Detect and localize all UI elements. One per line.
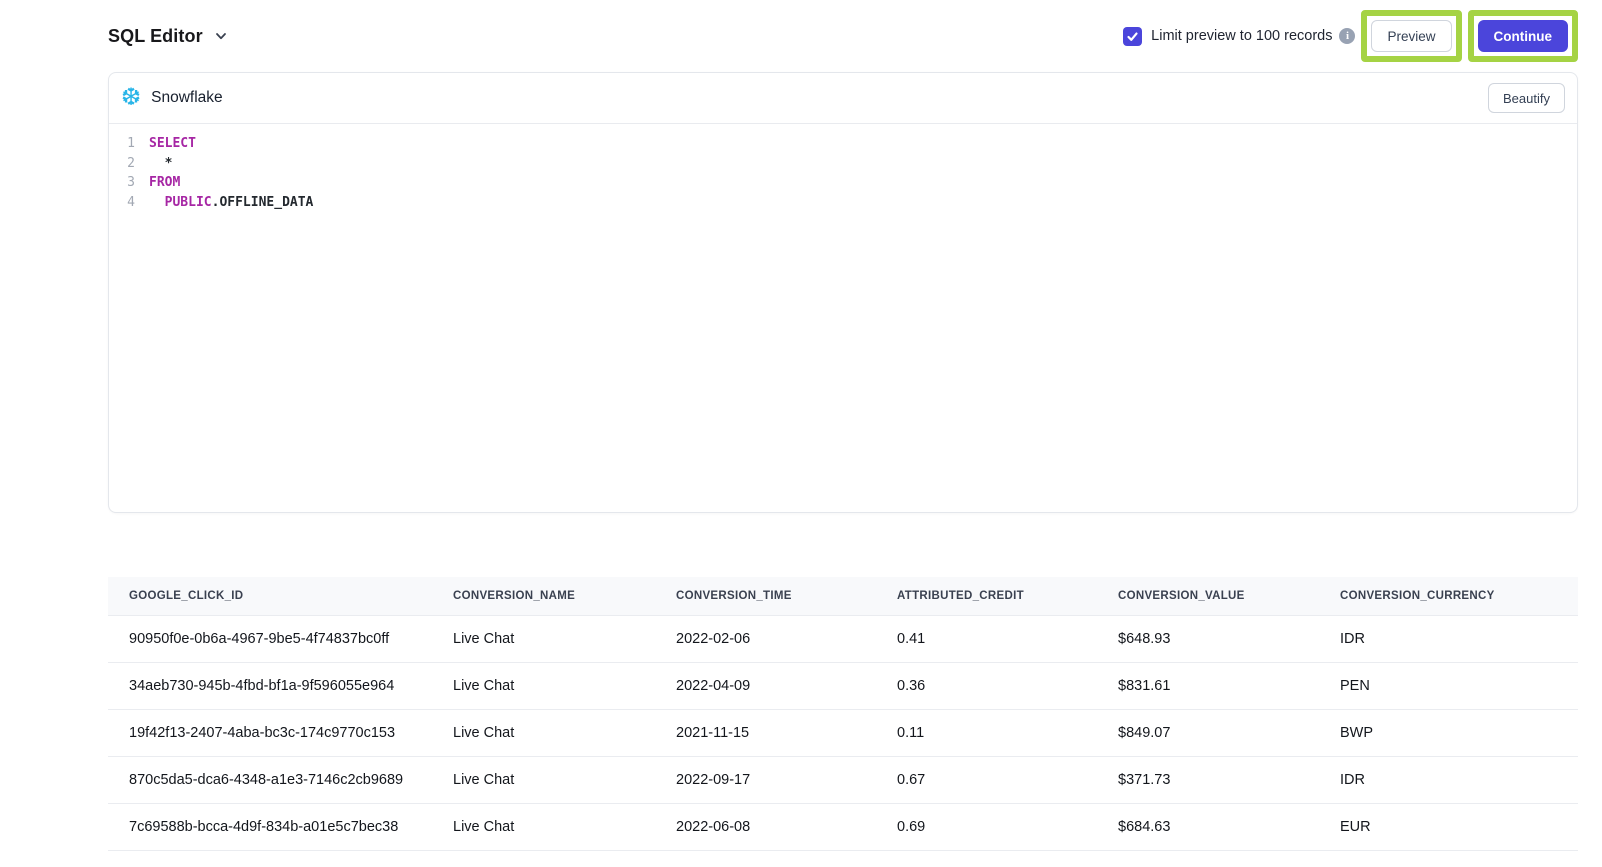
preview-button-highlight: Preview — [1361, 10, 1461, 62]
snowflake-icon: ❆ — [121, 86, 141, 110]
table-cell: Live Chat — [432, 803, 655, 850]
preview-button[interactable]: Preview — [1371, 20, 1451, 52]
page-title: SQL Editor — [108, 26, 203, 47]
table-cell: PEN — [1319, 662, 1578, 709]
results-table: GOOGLE_CLICK_IDCONVERSION_NAMECONVERSION… — [108, 577, 1578, 851]
table-cell: Live Chat — [432, 709, 655, 756]
code-text: FROM — [149, 173, 180, 193]
sql-editor-page: SQL Editor Limit preview to 100 records … — [108, 0, 1578, 851]
table-cell: 870c5da5-dca6-4348-a1e3-7146c2cb9689 — [108, 756, 432, 803]
continue-button[interactable]: Continue — [1478, 20, 1569, 52]
table-cell: Live Chat — [432, 756, 655, 803]
info-icon[interactable]: i — [1339, 28, 1355, 44]
table-row: 90950f0e-0b6a-4967-9be5-4f74837bc0ffLive… — [108, 615, 1578, 662]
table-cell: 0.67 — [876, 756, 1097, 803]
table-cell: $684.63 — [1097, 803, 1319, 850]
table-row: 870c5da5-dca6-4348-a1e3-7146c2cb9689Live… — [108, 756, 1578, 803]
table-cell: 0.11 — [876, 709, 1097, 756]
limit-preview-checkbox[interactable] — [1123, 27, 1142, 46]
table-cell: BWP — [1319, 709, 1578, 756]
table-cell: 7c69588b-bcca-4d9f-834b-a01e5c7bec38 — [108, 803, 432, 850]
table-cell: 90950f0e-0b6a-4967-9be5-4f74837bc0ff — [108, 615, 432, 662]
line-number: 1 — [109, 134, 135, 154]
chevron-down-icon — [214, 29, 228, 43]
topbar: SQL Editor Limit preview to 100 records … — [108, 0, 1578, 72]
code-text: SELECT — [149, 134, 196, 154]
sql-code-editor[interactable]: 1SELECT2 *3FROM4 PUBLIC.OFFLINE_DATA — [109, 124, 1577, 212]
table-cell: Live Chat — [432, 615, 655, 662]
code-line: 3 FROM — [109, 173, 1577, 193]
code-text: * — [149, 154, 172, 174]
table-cell: Live Chat — [432, 662, 655, 709]
table-cell: IDR — [1319, 756, 1578, 803]
table-row: 7c69588b-bcca-4d9f-834b-a01e5c7bec38Live… — [108, 803, 1578, 850]
sql-editor-panel: ❆ Snowflake Beautify 1SELECT2 *3FROM4 PU… — [108, 72, 1578, 513]
column-header: CONVERSION_VALUE — [1097, 577, 1319, 615]
checkmark-icon — [1126, 30, 1139, 43]
line-number: 3 — [109, 173, 135, 193]
table-cell: 19f42f13-2407-4aba-bc3c-174c9770c153 — [108, 709, 432, 756]
line-number: 2 — [109, 154, 135, 174]
table-row: 34aeb730-945b-4fbd-bf1a-9f596055e964Live… — [108, 662, 1578, 709]
table-cell: 2022-02-06 — [655, 615, 876, 662]
column-header: CONVERSION_NAME — [432, 577, 655, 615]
table-row: 19f42f13-2407-4aba-bc3c-174c9770c153Live… — [108, 709, 1578, 756]
column-header: CONVERSION_TIME — [655, 577, 876, 615]
code-text: PUBLIC.OFFLINE_DATA — [149, 193, 313, 213]
table-cell: 2022-04-09 — [655, 662, 876, 709]
column-header: CONVERSION_CURRENCY — [1319, 577, 1578, 615]
page-title-dropdown[interactable]: SQL Editor — [108, 26, 228, 47]
table-cell: 0.36 — [876, 662, 1097, 709]
code-line: 2 * — [109, 154, 1577, 174]
continue-button-highlight: Continue — [1468, 10, 1579, 62]
column-header: GOOGLE_CLICK_ID — [108, 577, 432, 615]
code-line: 1 SELECT — [109, 134, 1577, 154]
editor-header: ❆ Snowflake Beautify — [109, 73, 1577, 124]
table-cell: 2021-11-15 — [655, 709, 876, 756]
source-name: Snowflake — [151, 89, 223, 107]
table-cell: $371.73 — [1097, 756, 1319, 803]
line-number: 4 — [109, 193, 135, 213]
limit-preview-label: Limit preview to 100 records — [1151, 28, 1332, 44]
table-cell: 2022-09-17 — [655, 756, 876, 803]
table-cell: 2022-06-08 — [655, 803, 876, 850]
table-cell: EUR — [1319, 803, 1578, 850]
table-cell: $849.07 — [1097, 709, 1319, 756]
code-line: 4 PUBLIC.OFFLINE_DATA — [109, 193, 1577, 213]
table-cell: IDR — [1319, 615, 1578, 662]
table-cell: $831.61 — [1097, 662, 1319, 709]
table-cell: $648.93 — [1097, 615, 1319, 662]
topbar-controls: Limit preview to 100 records i Preview C… — [1123, 10, 1578, 62]
table-cell: 34aeb730-945b-4fbd-bf1a-9f596055e964 — [108, 662, 432, 709]
table-cell: 0.41 — [876, 615, 1097, 662]
table-header-row: GOOGLE_CLICK_IDCONVERSION_NAMECONVERSION… — [108, 577, 1578, 615]
results-preview: GOOGLE_CLICK_IDCONVERSION_NAMECONVERSION… — [108, 577, 1578, 851]
table-cell: 0.69 — [876, 803, 1097, 850]
column-header: ATTRIBUTED_CREDIT — [876, 577, 1097, 615]
beautify-button[interactable]: Beautify — [1488, 83, 1565, 113]
